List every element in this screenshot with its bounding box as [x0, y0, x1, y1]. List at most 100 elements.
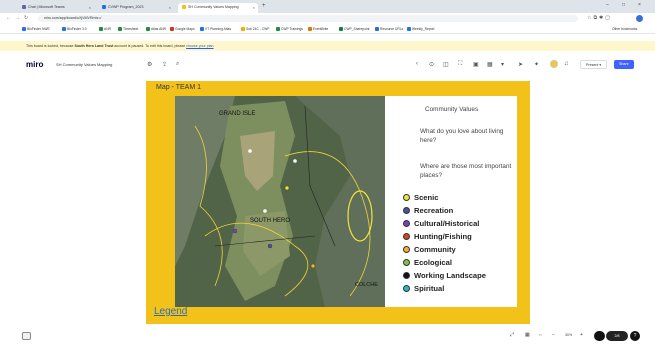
bookmark-icon	[308, 27, 312, 31]
other-bookmarks[interactable]: Other bookmarks	[612, 27, 637, 31]
help-button[interactable]: ?	[630, 331, 640, 341]
bookmark-icon	[118, 27, 122, 31]
cursor-icon[interactable]: ➤	[518, 61, 523, 68]
tab-cvwp[interactable]: CVWP Program_2023 ×	[98, 3, 174, 13]
bookmark-icon	[339, 27, 343, 31]
bookmark-icon	[276, 27, 280, 31]
bookmark-item[interactable]: VT Planning Atlas	[200, 27, 231, 31]
forward-icon[interactable]: →	[15, 15, 20, 21]
bookmark-icon	[22, 27, 26, 31]
reaction-icon[interactable]: ✦	[534, 61, 539, 68]
bookmark-icon	[407, 27, 411, 31]
user-avatar[interactable]	[550, 60, 558, 68]
miro-logo[interactable]: miro	[26, 60, 43, 69]
extension-icons[interactable]: ☆⧉✱▢	[587, 15, 612, 21]
bookmark-icon	[375, 27, 379, 31]
choose-plan-link[interactable]: choose your plan	[186, 44, 213, 48]
scenic-dot-icon	[403, 194, 410, 201]
bookmark-icon	[146, 27, 150, 31]
board-panel-icon[interactable]	[22, 332, 31, 340]
expand-icon[interactable]: ⤢	[510, 332, 514, 338]
timer-icon[interactable]: ⊙	[429, 61, 434, 68]
board-name[interactable]: SH Community Values Mapping	[56, 62, 112, 67]
frame-title: Map - TEAM 1	[156, 84, 201, 91]
bookmark-item[interactable]: Resource URLs	[375, 27, 403, 31]
comment-icon[interactable]: ◫	[443, 61, 449, 68]
bookmark-item[interactable]: Timesheet	[118, 27, 138, 31]
tab-teams[interactable]: Chat | Microsoft Teams ×	[18, 3, 94, 13]
zoom-out-icon[interactable]: −	[552, 332, 555, 338]
notification-icon[interactable]: ♫	[564, 61, 569, 67]
fit-screen-icon[interactable]: ⇔	[538, 332, 543, 338]
close-icon[interactable]: ×	[169, 5, 171, 10]
legend-item-working-landscape: Working Landscape	[403, 271, 486, 280]
maximize-icon[interactable]: □	[622, 2, 625, 8]
web-icon	[102, 5, 106, 10]
browser-tab-bar: Chat | Microsoft Teams × CVWP Program_202…	[0, 0, 655, 13]
page-indicator[interactable]: 2/8	[606, 331, 628, 341]
export-icon[interactable]: ⇪	[162, 61, 167, 68]
back-icon[interactable]: ←	[6, 15, 11, 21]
legend-item-hunting: Hunting/Fishing	[403, 232, 472, 241]
bookmark-item[interactable]: Sub 24C - CWP	[241, 27, 269, 31]
share-button[interactable]: Share	[614, 60, 634, 69]
legend-item-scenic: Scenic	[403, 193, 438, 202]
legend-item-spiritual: Spiritual	[403, 284, 444, 293]
bookmarks-bar: BluFinder NWE BluFinder 3.0 ANR Timeshee…	[0, 24, 655, 34]
url-field[interactable]: miro.com/app/board/uXjVMVRmIs=/	[38, 15, 578, 22]
community-dot-icon	[403, 246, 410, 253]
locked-board-notice: This board is locked, because South Hero…	[0, 41, 655, 51]
present-button[interactable]: Present ▾	[580, 60, 608, 69]
map-illustration: GRAND ISLE SOUTH HERO COLCHE	[175, 96, 385, 307]
miro-icon	[182, 5, 186, 10]
bookmark-item[interactable]: BluFinder 3.0	[62, 27, 87, 31]
cultural-dot-icon	[403, 220, 410, 227]
new-tab-button[interactable]: +	[262, 3, 266, 9]
satellite-map[interactable]: GRAND ISLE SOUTH HERO COLCHE	[175, 96, 385, 307]
miro-toolbar: miro SH Community Values Mapping ⚙ ⇪ ⌕ ‹…	[0, 55, 655, 75]
more-icon[interactable]: ▾	[501, 61, 504, 68]
close-window-icon[interactable]: ×	[638, 2, 641, 8]
zoom-in-icon[interactable]: +	[580, 332, 583, 338]
reload-icon[interactable]: ↻	[24, 15, 28, 21]
bookmark-icon	[170, 27, 174, 31]
map-view-icon[interactable]: ▦	[525, 332, 530, 338]
search-icon[interactable]: ⌕	[176, 61, 179, 68]
hunting-dot-icon	[403, 233, 410, 240]
legend-link[interactable]: Legend	[154, 306, 187, 317]
bookmark-item[interactable]: CWP Trainings	[276, 27, 303, 31]
close-icon[interactable]: ×	[89, 5, 91, 10]
bookmark-item[interactable]: Atlas ANR	[146, 27, 166, 31]
board-icon[interactable]: ▣	[473, 61, 479, 68]
settings-icon[interactable]: ⚙	[147, 61, 152, 68]
grid-icon[interactable]: ▦	[487, 61, 493, 68]
bookmark-item[interactable]: EventBrite	[308, 27, 328, 31]
map-label-colchester: COLCHE	[355, 282, 378, 288]
bookmark-item[interactable]: BluFinder NWE	[22, 27, 50, 31]
address-bar-row: ← → ↻ miro.com/app/board/uXjVMVRmIs=/ ☆⧉…	[0, 13, 655, 24]
fit-icon[interactable]: ⛶	[458, 61, 462, 68]
collapse-icon[interactable]: ‹	[416, 61, 418, 67]
map-label-south-hero: SOUTH HERO	[250, 218, 290, 224]
bookmark-item[interactable]: Google Maps	[170, 27, 195, 31]
minimize-icon[interactable]: –	[606, 2, 609, 8]
legend-item-ecological: Ecological	[403, 258, 452, 267]
bookmark-icon	[241, 27, 245, 31]
profile-avatar[interactable]	[636, 15, 643, 22]
bookmark-item[interactable]: ANR	[99, 27, 111, 31]
teams-icon	[22, 5, 26, 10]
recreation-dot-icon	[403, 207, 410, 214]
working-landscape-dot-icon	[403, 272, 410, 279]
pages-toggle[interactable]	[594, 331, 605, 341]
ecological-dot-icon	[403, 259, 410, 266]
spiritual-dot-icon	[403, 285, 410, 292]
question-places: Where are those most important places?	[420, 163, 512, 179]
bookmark-item[interactable]: Weekly_Report	[407, 27, 434, 31]
legend-item-recreation: Recreation	[403, 206, 453, 215]
bookmark-item[interactable]: CWP_Sharepoint	[339, 27, 369, 31]
close-icon[interactable]: ×	[253, 5, 255, 10]
bookmark-icon	[99, 27, 103, 31]
zoom-level[interactable]: 30%	[565, 333, 572, 337]
question-love: What do you love about living here?	[420, 128, 504, 144]
tab-miro-board[interactable]: SH Community Values Mapping ×	[178, 3, 258, 13]
